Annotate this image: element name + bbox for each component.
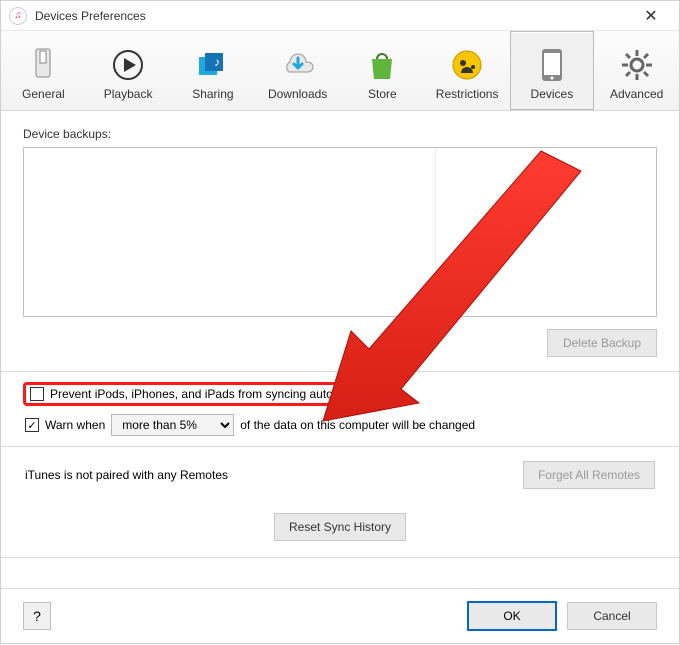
warn-prefix: Warn when: [45, 418, 105, 432]
tab-label: Playback: [104, 87, 153, 101]
tab-label: Advanced: [610, 87, 663, 101]
tab-label: General: [22, 87, 65, 101]
tab-label: Store: [368, 87, 397, 101]
close-button[interactable]: ✕: [631, 6, 671, 26]
tab-label: Devices: [531, 87, 574, 101]
warn-checkbox[interactable]: [25, 418, 39, 432]
tab-label: Restrictions: [436, 87, 499, 101]
tab-label: Sharing: [192, 87, 233, 101]
tab-advanced[interactable]: Advanced: [594, 31, 679, 110]
window-title: Devices Preferences: [35, 9, 631, 23]
play-icon: [112, 43, 144, 87]
warn-suffix: of the data on this computer will be cha…: [240, 418, 475, 432]
tab-label: Downloads: [268, 87, 327, 101]
titlebar: ♫ Devices Preferences ✕: [1, 1, 679, 31]
column-divider: [435, 148, 436, 316]
backups-label: Device backups:: [23, 127, 657, 141]
delete-backup-button[interactable]: Delete Backup: [547, 329, 657, 357]
help-button[interactable]: ?: [23, 602, 51, 630]
backup-list[interactable]: [23, 147, 657, 317]
cancel-button[interactable]: Cancel: [567, 602, 657, 630]
warn-threshold-select[interactable]: more than 5%: [111, 414, 234, 436]
switch-icon: [28, 43, 58, 87]
ok-button[interactable]: OK: [467, 601, 557, 631]
divider: [1, 557, 679, 558]
tab-general[interactable]: General: [1, 31, 86, 110]
tab-store[interactable]: Store: [340, 31, 425, 110]
dialog-footer: ? OK Cancel: [1, 588, 679, 643]
itunes-icon: ♫: [9, 7, 27, 25]
tab-downloads[interactable]: Downloads: [255, 31, 340, 110]
tab-playback[interactable]: Playback: [86, 31, 171, 110]
tab-restrictions[interactable]: Restrictions: [425, 31, 510, 110]
sharing-icon: ♪: [196, 43, 230, 87]
svg-text:♪: ♪: [214, 55, 220, 69]
restrictions-icon: [451, 43, 483, 87]
prevent-sync-label: Prevent iPods, iPhones, and iPads from s…: [50, 387, 380, 401]
prevent-sync-checkbox[interactable]: [30, 387, 44, 401]
tab-sharing[interactable]: ♪ Sharing: [171, 31, 256, 110]
content-area: Device backups: Delete Backup Prevent iP…: [1, 111, 679, 558]
reset-sync-button[interactable]: Reset Sync History: [274, 513, 406, 541]
cloud-download-icon: [280, 43, 316, 87]
remotes-status: iTunes is not paired with any Remotes: [25, 468, 228, 482]
forget-remotes-button[interactable]: Forget All Remotes: [523, 461, 655, 489]
prefs-toolbar: General Playback ♪ Sharing Downloads Sto…: [1, 31, 679, 111]
gear-icon: [620, 43, 654, 87]
phone-icon: [540, 43, 564, 87]
annotation-highlight: Prevent iPods, iPhones, and iPads from s…: [23, 382, 387, 406]
tab-devices[interactable]: Devices: [510, 31, 595, 110]
bag-icon: [368, 43, 396, 87]
